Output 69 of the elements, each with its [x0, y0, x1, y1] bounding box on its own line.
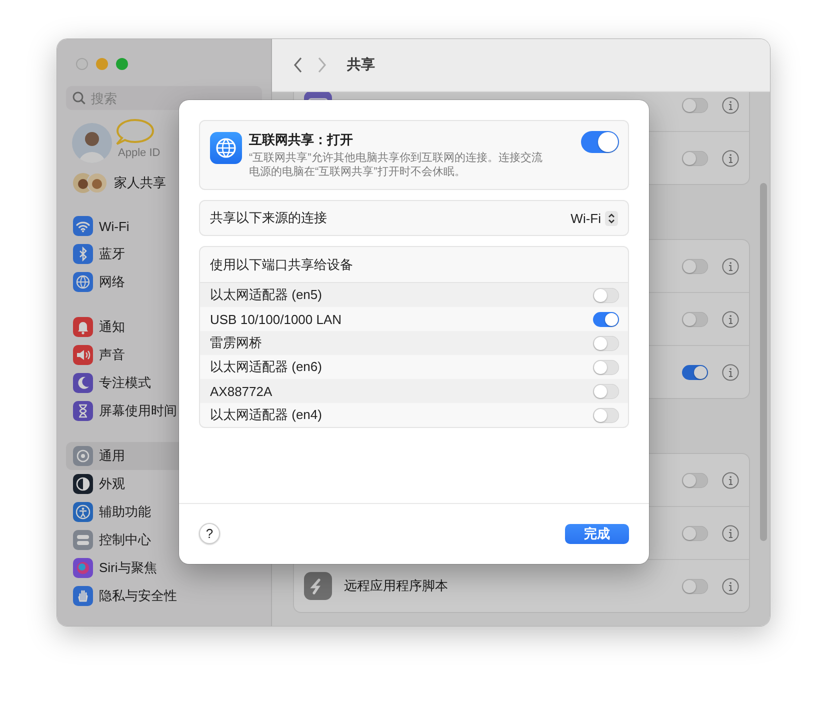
forward-icon [317, 56, 327, 74]
port-label: 以太网适配器 (en5) [210, 286, 322, 304]
script-icon [304, 572, 332, 600]
close-button[interactable] [76, 58, 88, 70]
bluetooth-icon [73, 244, 93, 264]
back-icon [293, 56, 303, 74]
toggle-switch[interactable] [682, 312, 708, 326]
zoom-button[interactable] [116, 58, 128, 70]
hand-icon [73, 586, 93, 606]
sidebar-item[interactable]: 外观 [66, 470, 262, 498]
source-label: 共享以下来源的连接 [210, 209, 328, 227]
port-label: AX88772A [210, 384, 272, 398]
toggle-switch[interactable] [682, 472, 708, 488]
info-icon[interactable] [722, 364, 739, 380]
info-icon[interactable] [722, 524, 739, 542]
accessibility-icon [73, 502, 93, 522]
help-button[interactable]: ? [199, 523, 220, 544]
stepper-icon [605, 210, 618, 226]
port-label: 以太网适配器 (en6) [210, 358, 322, 376]
info-icon[interactable] [722, 96, 739, 114]
toggle-switch[interactable] [581, 131, 619, 153]
family-avatars-icon [72, 172, 108, 194]
info-icon[interactable] [722, 578, 739, 594]
globe-icon [73, 272, 93, 292]
hourglass-icon [73, 401, 93, 421]
bell-icon [73, 317, 93, 337]
ports-title: 使用以下端口共享给设备 [210, 256, 353, 274]
port-label: USB 10/100/1000 LAN [210, 312, 342, 326]
toggle-switch[interactable] [682, 578, 708, 594]
toggle-switch[interactable] [682, 364, 708, 380]
contrast-icon [73, 474, 93, 494]
toggle-switch[interactable] [682, 98, 708, 112]
toggle-switch[interactable] [593, 408, 619, 422]
info-icon[interactable] [722, 150, 739, 166]
orb-icon [73, 558, 93, 578]
minimize-button[interactable] [96, 58, 108, 70]
avatar[interactable] [72, 123, 112, 163]
done-button[interactable]: 完成 [565, 524, 629, 544]
globe-icon [210, 132, 242, 164]
settings-icon [73, 446, 93, 466]
info-icon[interactable] [722, 310, 739, 328]
speech-bubble-icon [114, 118, 156, 146]
toggle-switch[interactable] [682, 526, 708, 540]
toggle-switch[interactable] [593, 288, 619, 302]
toggle-switch[interactable] [682, 150, 708, 166]
sidebar-item-label[interactable]: 家人共享 [114, 174, 166, 192]
toggle-switch[interactable] [593, 384, 619, 398]
service-title: 互联网共享：打开 [249, 131, 354, 149]
port-label: 雷雳网桥 [210, 334, 262, 352]
wifi-icon [73, 216, 93, 236]
toggle-switch[interactable] [593, 312, 619, 326]
sidebar-item[interactable]: 辅助功能 [66, 498, 262, 526]
toggle-switch[interactable] [593, 336, 619, 350]
window-title: 共享 [347, 56, 375, 74]
info-icon[interactable] [722, 472, 739, 488]
service-description: “互联网共享”允许其他电脑共享你到互联网的连接。连接交流电源的电脑在“互联网共享”打开时不会休眠。 [249, 151, 544, 179]
sidebar-item[interactable]: 隐私与安全性 [66, 582, 262, 610]
toggle-switch[interactable] [682, 258, 708, 274]
source-popup[interactable]: Wi-Fi [570, 210, 618, 226]
account-label: Apple ID [118, 147, 160, 159]
info-icon[interactable] [722, 258, 739, 274]
speaker-icon [73, 345, 93, 365]
scrollbar[interactable] [760, 183, 767, 541]
moon-icon [73, 373, 93, 393]
service-label: 远程应用程序脚本 [344, 577, 449, 595]
switches-icon [73, 530, 93, 550]
toggle-switch[interactable] [593, 360, 619, 374]
sidebar-item[interactable]: Siri与聚焦 [66, 554, 262, 582]
port-label: 以太网适配器 (en4) [210, 406, 322, 424]
